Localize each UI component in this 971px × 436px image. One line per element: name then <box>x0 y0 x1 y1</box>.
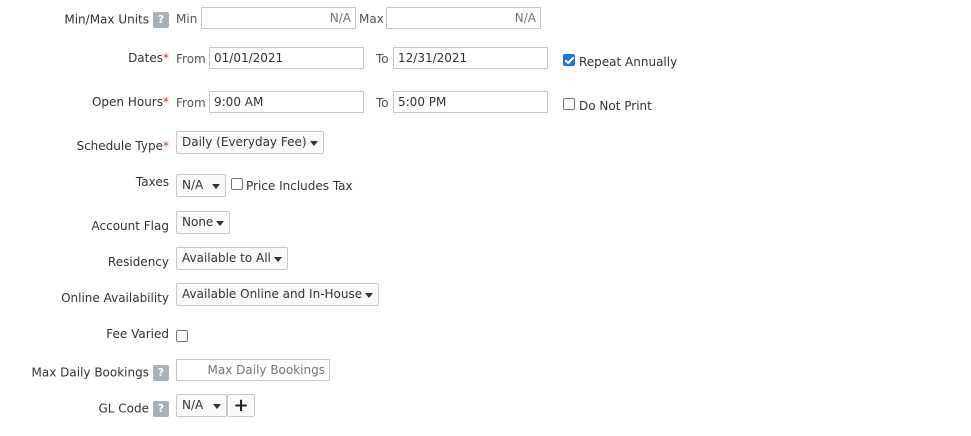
chevron-down-icon <box>213 404 221 409</box>
chevron-down-icon <box>212 184 220 189</box>
chevron-down-icon <box>365 293 374 298</box>
plus-icon: + <box>233 395 249 416</box>
gl-code-label: GL Code <box>98 401 149 416</box>
max-units-input[interactable] <box>386 7 541 29</box>
schedule-type-label-row: Schedule Type* <box>76 139 169 153</box>
price-includes-tax-checkbox[interactable] <box>231 178 243 190</box>
schedule-type-label: Schedule Type <box>76 139 163 153</box>
chevron-down-icon <box>273 257 282 262</box>
dates-to-input[interactable] <box>393 47 548 69</box>
help-icon[interactable]: ? <box>153 401 169 417</box>
dates-label-row: Dates* <box>128 51 169 65</box>
residency-label: Residency <box>107 255 169 269</box>
residency-select[interactable]: Available to All <box>176 247 288 270</box>
account-flag-select[interactable]: None <box>176 211 231 234</box>
residency-value: Available to All <box>182 251 271 265</box>
taxes-label: Taxes <box>135 175 169 189</box>
fee-varied-label: Fee Varied <box>106 327 169 341</box>
schedule-type-select[interactable]: Daily (Everyday Fee) <box>176 131 324 154</box>
fee-varied-checkbox[interactable] <box>176 330 188 342</box>
max-label: Max <box>359 12 384 26</box>
account-flag-label-row: Account Flag <box>92 219 169 233</box>
hours-to-input[interactable] <box>393 91 548 113</box>
online-availability-label-row: Online Availability <box>61 291 169 305</box>
online-availability-label: Online Availability <box>61 291 169 305</box>
min-label: Min <box>176 12 198 26</box>
do-not-print-label[interactable]: Do Not Print <box>579 99 652 113</box>
help-icon[interactable]: ? <box>153 12 169 28</box>
gl-code-label-row: GL Code? <box>98 401 169 417</box>
open-hours-label-row: Open Hours* <box>92 95 169 109</box>
required-marker: * <box>163 95 169 109</box>
dates-label: Dates <box>128 51 163 65</box>
max-daily-bookings-input[interactable] <box>176 359 330 381</box>
min-units-input[interactable] <box>201 7 356 29</box>
min-max-units-label: Min/Max Units <box>64 12 149 27</box>
account-flag-label: Account Flag <box>91 219 169 233</box>
online-availability-select[interactable]: Available Online and In-House <box>176 283 380 306</box>
do-not-print-checkbox[interactable] <box>563 98 575 110</box>
max-daily-bookings-label: Max Daily Bookings <box>31 365 149 380</box>
max-daily-bookings-label-row: Max Daily Bookings? <box>32 365 169 381</box>
gl-code-value: N/A <box>182 398 204 412</box>
chevron-down-icon <box>309 141 318 146</box>
residency-label-row: Residency <box>108 255 169 269</box>
schedule-type-value: Daily (Everyday Fee) <box>182 135 307 149</box>
price-includes-tax-label[interactable]: Price Includes Tax <box>246 179 353 193</box>
required-marker: * <box>163 51 169 65</box>
dates-from-input[interactable] <box>209 47 364 69</box>
repeat-annually-checkbox[interactable] <box>563 54 575 66</box>
dates-to-label: To <box>376 52 389 66</box>
help-icon[interactable]: ? <box>153 365 169 381</box>
taxes-select[interactable]: N/A <box>176 174 226 197</box>
required-marker: * <box>163 139 169 153</box>
gl-code-select[interactable]: N/A <box>176 394 227 417</box>
taxes-value: N/A <box>182 178 204 192</box>
open-hours-label: Open Hours <box>91 95 163 109</box>
hours-from-label: From <box>176 96 206 110</box>
account-flag-value: None <box>182 215 214 229</box>
online-availability-value: Available Online and In-House <box>182 287 363 301</box>
add-gl-code-button[interactable]: + <box>227 394 255 417</box>
repeat-annually-label[interactable]: Repeat Annually <box>579 55 677 69</box>
dates-from-label: From <box>176 52 206 66</box>
hours-to-label: To <box>376 96 389 110</box>
chevron-down-icon <box>216 221 225 226</box>
hours-from-input[interactable] <box>209 91 364 113</box>
taxes-label-row: Taxes <box>136 175 169 189</box>
min-max-units-label-row: Min/Max Units? <box>64 12 169 28</box>
fee-varied-label-row: Fee Varied <box>106 327 169 341</box>
